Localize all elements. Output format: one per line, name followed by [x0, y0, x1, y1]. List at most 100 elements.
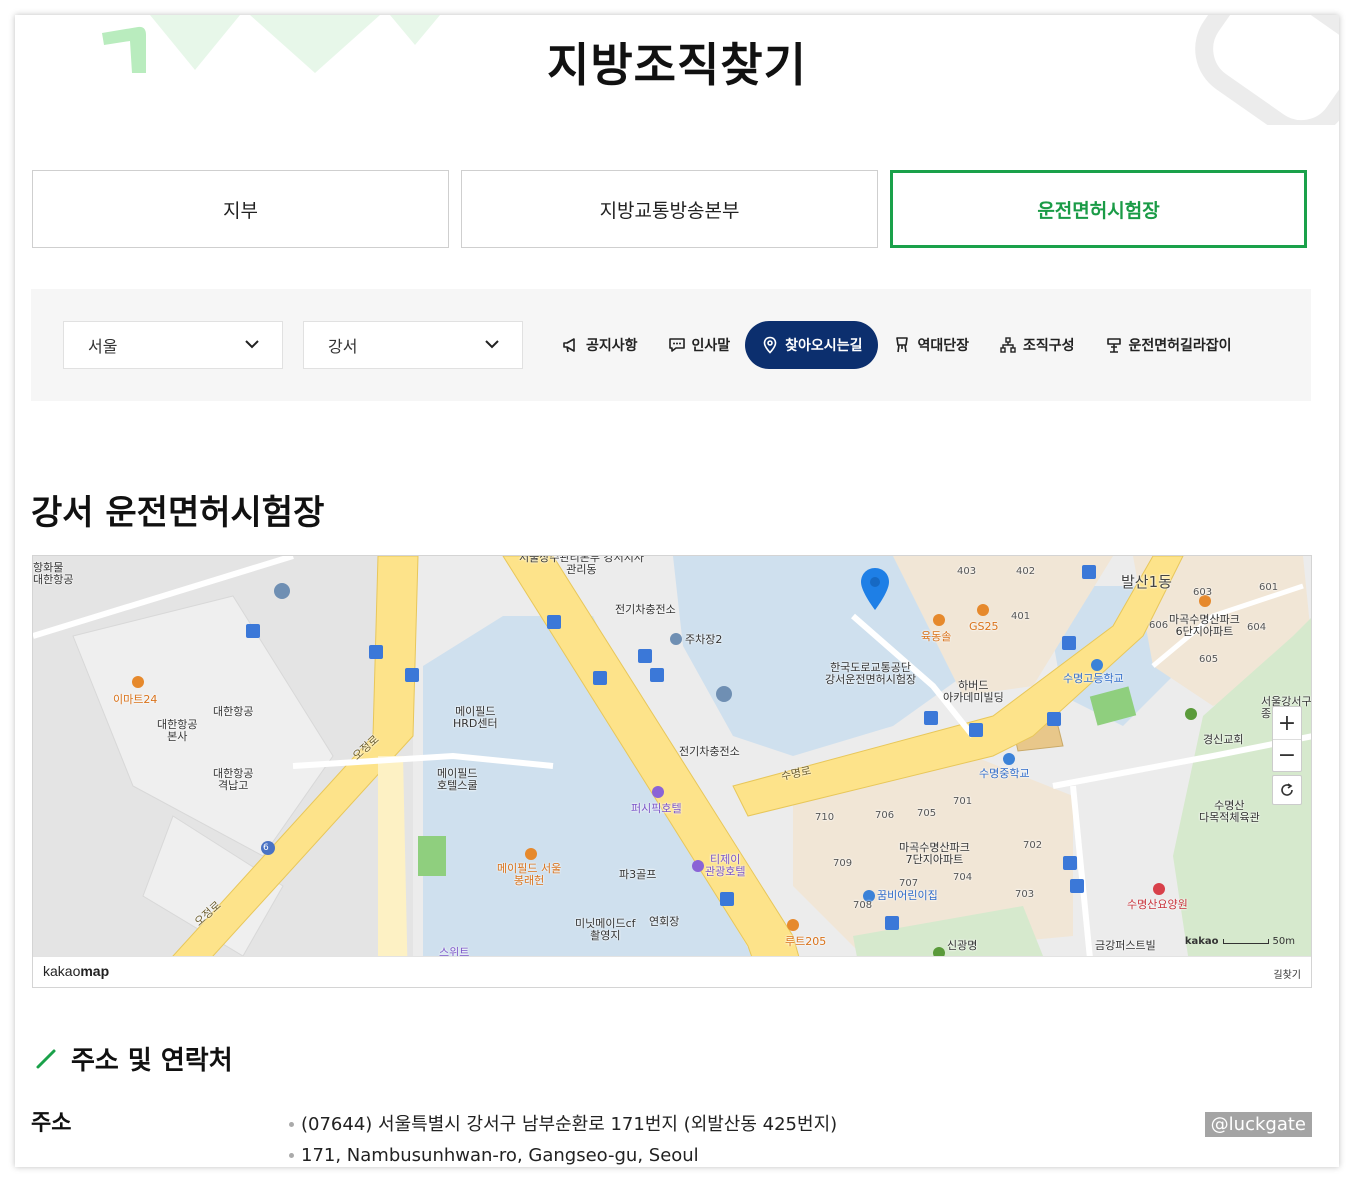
map-label-parking-2: 주차장2 — [685, 633, 723, 646]
branch-select[interactable]: 강서 — [303, 321, 523, 369]
map-label-korean-air-top: 대한항공 — [33, 573, 74, 586]
map-label-bongraehun: 메이필드 서울 봉래헌 — [497, 862, 562, 887]
map-label-hrd-center: 메이필드 HRD센터 — [453, 705, 498, 730]
chevron-down-icon — [245, 340, 259, 349]
region-select-value: 서울 — [88, 337, 118, 356]
page-title: 지방조직찾기 — [547, 38, 807, 92]
quick-links: 공지사항 인사말 찾아오시는길 역대단장 조직구성 운전면허길라잡이 — [547, 321, 1247, 369]
map-label-bldg-601: 601 — [1259, 582, 1279, 593]
scale-brand: kakao — [1184, 936, 1219, 947]
map-label-bldg-403: 403 — [957, 566, 977, 577]
link-directions[interactable]: 찾아오시는길 — [745, 321, 879, 369]
map-label-nursing-home: 수명산요양원 — [1127, 898, 1188, 911]
map-label-pacific-hotel: 퍼시픽호텔 — [631, 802, 682, 815]
map-label-korean-air-hangar: 대한항공 격납고 — [213, 767, 254, 792]
kakao-logo-light: kakao — [43, 963, 81, 979]
map-label-sumyeong-high: 수명고등학교 — [1063, 672, 1124, 685]
map-label-sumyeongsan-gym: 수명산 다목적체육관 — [1199, 799, 1260, 824]
map-label-bldg-706: 706 — [875, 810, 895, 821]
map-label-bldg-710: 710 — [815, 812, 835, 823]
route-link[interactable]: 길찾기 — [1273, 966, 1301, 981]
map-label-balsan1-dong: 발산1동 — [1121, 573, 1172, 591]
link-organization-label: 조직구성 — [1022, 338, 1075, 354]
chat-icon — [668, 338, 685, 352]
link-license-guide-label: 운전면허길라잡이 — [1128, 338, 1232, 354]
address-list: (07644) 서울특별시 강서구 남부순환로 171번지 (외발산동 425번… — [287, 1109, 837, 1167]
map-label-korean-air: 대한항공 — [213, 705, 254, 718]
org-type-tabs: 지부 지방교통방송본부 운전면허시험장 — [32, 170, 1307, 248]
zoom-in-button[interactable]: + — [1273, 707, 1301, 739]
map-label-singwangmyeong: 신광명 — [947, 939, 978, 952]
tab-traffic-broadcast[interactable]: 지방교통방송본부 — [461, 170, 878, 248]
map-label-bldg-701: 701 — [953, 796, 973, 807]
map-label-bldg-702: 702 — [1023, 840, 1043, 851]
map-label-hotel-school: 메이필드 호텔스쿨 — [437, 767, 478, 792]
map-label-bldg-707: 707 — [899, 878, 919, 889]
map-reset-button[interactable] — [1272, 775, 1302, 805]
map-label-minute-maid: 미닛메이드cf 촬영지 — [575, 917, 636, 942]
map-label-par3-golf: 파3골프 — [619, 868, 657, 881]
region-select[interactable]: 서울 — [63, 321, 283, 369]
map-label-bldg-705: 705 — [917, 808, 937, 819]
link-license-guide[interactable]: 운전면허길라잡이 — [1090, 321, 1247, 369]
person-icon — [896, 337, 909, 353]
kakao-logo-bold: map — [80, 963, 110, 979]
address-english: 171, Nambusunhwan-ro, Gangseo-gu, Seoul — [287, 1140, 837, 1167]
scale-label: 50m — [1272, 936, 1295, 947]
map-label-geumgang-first: 금강퍼스트빌 — [1095, 939, 1156, 952]
address-korean: (07644) 서울특별시 강서구 남부순환로 171번지 (외발산동 425번… — [287, 1109, 837, 1140]
map-label-ev-station-2: 전기차충전소 — [679, 745, 740, 758]
section-title: 강서 운전면허시험장 — [31, 493, 325, 533]
org-chart-icon — [1000, 337, 1016, 353]
map-label-banquet-hall: 연회장 — [649, 915, 680, 928]
map-label-route205: 루트205 — [785, 935, 827, 948]
map-label-route-6: 6 — [263, 843, 269, 853]
tab-branch[interactable]: 지부 — [32, 170, 449, 248]
map-zoom-control: + − — [1272, 706, 1302, 772]
link-directions-label: 찾아오시는길 — [785, 338, 863, 354]
map-label-bldg-402: 402 — [1016, 566, 1036, 577]
map-label-bldg-606: 606 — [1149, 620, 1169, 631]
link-greeting-label: 인사말 — [691, 338, 731, 354]
map-label-bldg-401: 401 — [1011, 611, 1031, 622]
map-label-bldg-604: 604 — [1247, 622, 1267, 633]
kakao-map-logo[interactable]: kakaomap — [43, 963, 109, 979]
map-scale: kakao 50m — [1185, 936, 1295, 947]
megaphone-icon — [563, 338, 575, 353]
map-label-yukdongsol: 육동솔 — [921, 630, 952, 643]
link-past-heads-label: 역대단장 — [917, 338, 969, 354]
address-label: 주소 — [31, 1111, 72, 1136]
map-label-bldg-603: 603 — [1193, 587, 1213, 598]
map-label-bldg-703: 703 — [1015, 889, 1035, 900]
scale-bar — [1222, 939, 1269, 944]
link-organization[interactable]: 조직구성 — [984, 321, 1090, 369]
map-label-magok-7: 마곡수명산파크 7단지아파트 — [899, 841, 970, 866]
refresh-icon — [1281, 783, 1293, 796]
location-pin-icon — [763, 336, 777, 354]
map-label-harvard-academy: 하버드 아카데미빌딩 — [943, 679, 1004, 704]
slash-accent-icon — [36, 1049, 56, 1068]
contact-section-title: 주소 및 연락처 — [35, 1040, 233, 1077]
map-label-magok-6: 마곡수명산파크 6단지아파트 — [1169, 613, 1240, 638]
map-label-top-center: 서울상수관리본부 강서지사 관리동 — [519, 555, 644, 576]
map-label-kkumbee: 꿈비어린이집 — [877, 889, 938, 902]
map-label-korean-air-hq: 대한항공 본사 — [157, 718, 198, 743]
map-label-bldg-708: 708 — [853, 900, 873, 911]
branch-select-value: 강서 — [328, 337, 358, 356]
tab-license-test-site[interactable]: 운전면허시험장 — [890, 170, 1307, 248]
link-notice[interactable]: 공지사항 — [547, 321, 653, 369]
map-label-bldg-605: 605 — [1199, 654, 1219, 665]
map-label-tj-hotel: 티제이 관광호텔 — [705, 853, 746, 878]
chevron-down-icon — [485, 340, 499, 349]
link-notice-label: 공지사항 — [586, 338, 638, 354]
zoom-out-button[interactable]: − — [1273, 739, 1301, 771]
map-label-bldg-704: 704 — [953, 872, 973, 883]
link-past-heads[interactable]: 역대단장 — [878, 321, 984, 369]
kakao-map[interactable]: 항화물 대한항공 이마트24 대한항공 본사 대한항공 대한항공 격납고 오정로… — [32, 555, 1312, 988]
map-label-ev-station-1: 전기차충전소 — [615, 603, 676, 616]
map-label-emart24: 이마트24 — [113, 693, 158, 706]
page-frame: 지방조직찾기 지부 지방교통방송본부 운전면허시험장 서울 강서 공지사항 인사… — [15, 15, 1339, 1167]
link-greeting[interactable]: 인사말 — [653, 321, 746, 369]
watermark: @luckgate — [1204, 1112, 1312, 1137]
contact-title-text: 주소 및 연락처 — [71, 1046, 233, 1076]
